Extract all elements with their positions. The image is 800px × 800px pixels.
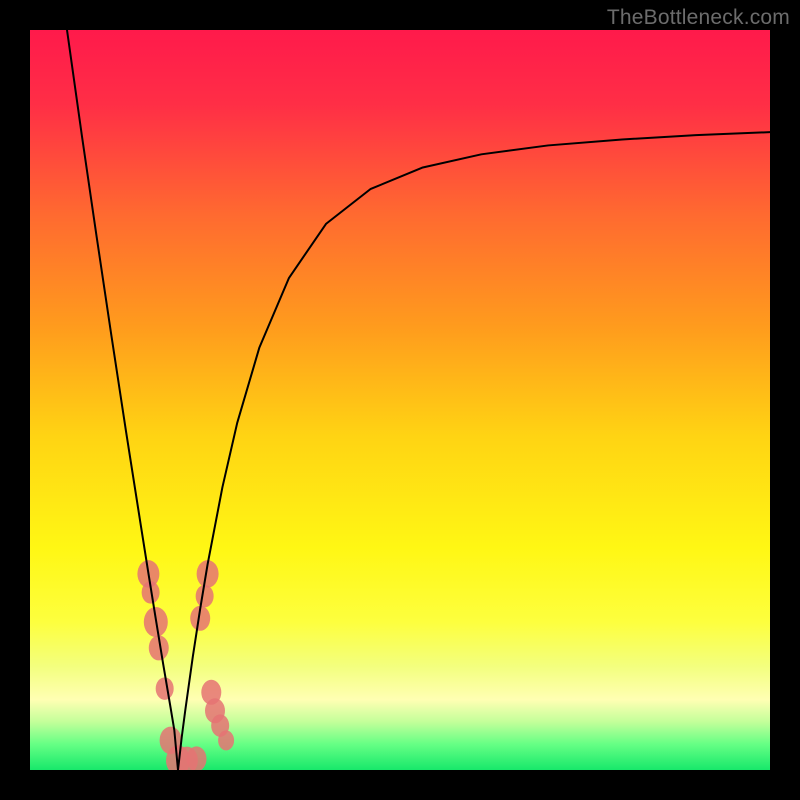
plot-area — [30, 30, 770, 770]
bottleneck-curve — [67, 30, 770, 770]
scatter-point — [218, 730, 234, 750]
watermark-text: TheBottleneck.com — [607, 6, 790, 30]
scatter-point — [156, 677, 174, 700]
scatter-point — [196, 585, 214, 608]
chart-frame: TheBottleneck.com — [0, 0, 800, 800]
chart-svg — [30, 30, 770, 770]
